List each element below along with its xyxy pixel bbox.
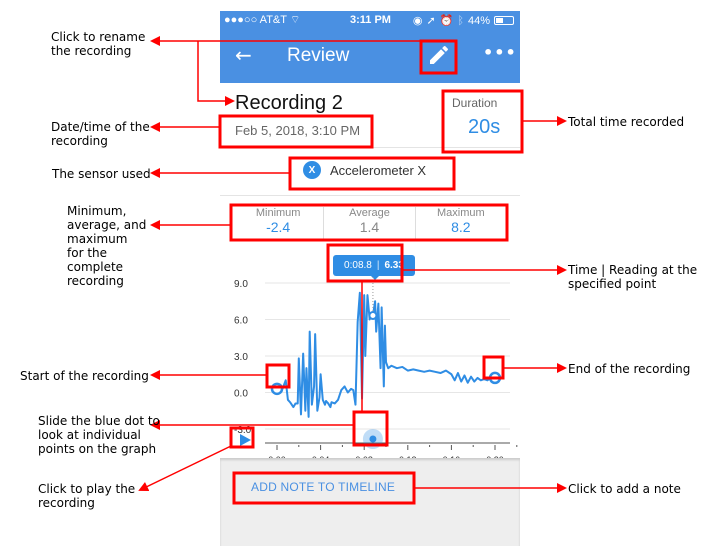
stat-average-value: 1.4 (359, 219, 380, 235)
carrier-label: ●●●○○ AT&T (224, 14, 287, 26)
stat-minimum: Minimum -2.4 (233, 207, 325, 241)
edit-button[interactable] (427, 43, 451, 67)
stats-panel: Minimum -2.4 Average 1.4 Maximum 8.2 (233, 207, 506, 241)
stat-maximum: Maximum 8.2 (416, 207, 506, 241)
sensor-label: X Accelerometer X (303, 161, 426, 179)
y-tick-label: 9.0 (234, 279, 248, 290)
stat-minimum-label: Minimum (255, 207, 301, 219)
scrubber-handle[interactable] (369, 435, 377, 443)
selected-point-marker (368, 310, 378, 320)
annotation-end: End of the recording (568, 362, 691, 376)
annotation-slide: Slide the blue dot to look at individual… (38, 414, 160, 456)
alarm-icon: ⏰ (439, 15, 454, 27)
status-bar: ●●●○○ AT&T ⌔ 3:11 PM ◉ ➚ ⏰ ᛒ 44% (220, 11, 520, 31)
play-icon (240, 434, 251, 446)
recording-date: Feb 5, 2018, 3:10 PM (235, 123, 361, 138)
annotation-sensor: The sensor used (52, 167, 151, 181)
add-note-button[interactable]: ADD NOTE TO TIMELINE (251, 480, 395, 494)
start-marker (270, 382, 284, 396)
stat-average-label: Average (349, 207, 390, 219)
tooltip-separator: | (376, 260, 380, 271)
annotation-add-note: Click to add a note (568, 482, 681, 496)
annotation-min-avg-max: Minimum, average, and maximum for the co… (67, 204, 147, 288)
tooltip-time: 0:08.8 (344, 260, 372, 271)
annotation-rename: Click to rename the recording (51, 30, 146, 58)
stat-average: Average 1.4 (324, 207, 416, 241)
recording-title[interactable]: Recording 2 (235, 92, 343, 115)
battery-percent: 44% (467, 14, 490, 27)
end-marker (488, 371, 502, 385)
duration-value: 20s (468, 116, 501, 138)
tooltip-reading: 6.33 (384, 260, 404, 271)
annotation-total-time: Total time recorded (568, 115, 685, 129)
stat-minimum-value: -2.4 (266, 219, 291, 235)
sensor-chart[interactable]: 9.06.03.00.0-3.00:000:040:080:120:160:20 (220, 273, 520, 463)
phone-screen: ●●●○○ AT&T ⌔ 3:11 PM ◉ ➚ ⏰ ᛒ 44% ← Revie… (220, 11, 520, 546)
sensor-icon: X (303, 161, 321, 179)
annotation-start: Start of the recording (20, 369, 149, 383)
battery-icon (494, 16, 514, 25)
app-bar: ← Review ••• (220, 31, 520, 83)
y-tick-label: 0.0 (234, 389, 248, 400)
sensor-name: Accelerometer X (330, 162, 427, 178)
bluetooth-icon: ᛒ (457, 14, 464, 27)
divider (220, 195, 520, 196)
status-time: 3:11 PM (350, 14, 391, 26)
annotation-date-time: Date/time of the recording (51, 120, 150, 148)
play-button[interactable] (238, 432, 252, 446)
location-icon: ➚ (426, 15, 436, 27)
back-arrow-icon[interactable]: ← (235, 43, 252, 67)
notes-panel: ADD NOTE TO TIMELINE (220, 458, 520, 546)
stat-maximum-value: 8.2 (451, 219, 471, 235)
page-title: Review (287, 45, 350, 66)
y-tick-label: 6.0 (234, 316, 248, 327)
more-options-button[interactable]: ••• (483, 43, 517, 62)
battery-fill (496, 18, 504, 23)
annotation-time-reading: Time | Reading at the specified point (568, 263, 698, 291)
divider (220, 147, 520, 148)
wifi-icon: ⌔ (290, 14, 301, 26)
pencil-icon (430, 45, 449, 64)
annotation-play: Click to play the recording (38, 482, 136, 510)
duration-label: Duration (452, 96, 498, 110)
series-line (277, 291, 495, 418)
rotation-lock-icon: ◉ (412, 15, 423, 27)
y-tick-label: 3.0 (234, 352, 248, 363)
stat-maximum-label: Maximum (436, 207, 485, 219)
